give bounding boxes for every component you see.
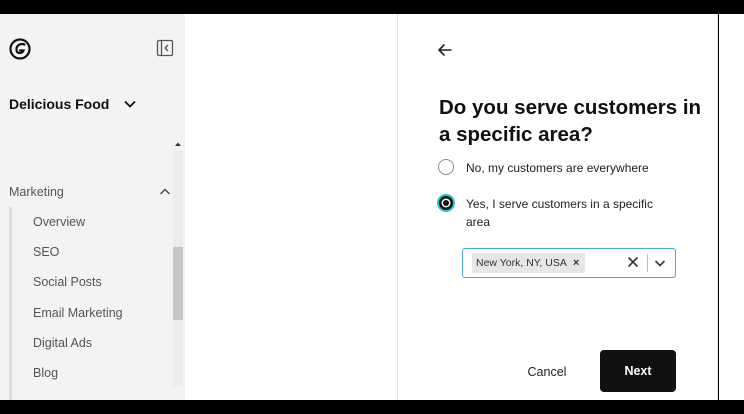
option-label: No, my customers are everywhere: [466, 161, 649, 175]
radio-specific-area[interactable]: [439, 196, 453, 210]
option-label: Yes, I serve customers in a specific are…: [466, 197, 653, 229]
clear-icon[interactable]: [626, 255, 640, 269]
section-label: Marketing: [9, 185, 64, 199]
top-black-bar: [0, 0, 744, 14]
close-icon[interactable]: ×: [573, 257, 579, 269]
sidebar-item-social-posts[interactable]: Social Posts: [33, 275, 102, 289]
sidebar-item-email-marketing[interactable]: Email Marketing: [33, 306, 123, 320]
sidebar-item-seo[interactable]: SEO: [33, 245, 59, 259]
arrow-left-icon[interactable]: [435, 40, 455, 60]
marketing-section-header[interactable]: Marketing: [9, 183, 173, 201]
chevron-up-icon: [160, 188, 170, 195]
option-everywhere[interactable]: No, my customers are everywhere: [438, 159, 686, 177]
content-background: [185, 14, 397, 400]
service-area-select[interactable]: New York, NY, USA ×: [462, 248, 676, 278]
collapse-sidebar-icon[interactable]: [156, 39, 174, 57]
site-switcher[interactable]: Delicious Food: [9, 96, 137, 112]
sidebar-item-digital-ads[interactable]: Digital Ads: [33, 336, 92, 350]
nav-rail: [9, 207, 12, 400]
chip-label: New York, NY, USA: [476, 257, 567, 269]
scrollbar-thumb[interactable]: [173, 247, 183, 320]
radio-everywhere[interactable]: [438, 159, 454, 175]
bottom-black-bar: [0, 400, 744, 414]
select-divider: [647, 254, 648, 272]
question-title: Do you serve customers in a specific are…: [439, 96, 702, 146]
chevron-down-icon[interactable]: [653, 256, 667, 270]
sidebar: Delicious Food Marketing Overview SEO So…: [0, 14, 185, 400]
chevron-down-icon: [124, 100, 136, 108]
scroll-up-arrow-icon[interactable]: [173, 140, 183, 148]
site-name: Delicious Food: [9, 96, 110, 112]
sidebar-item-overview[interactable]: Overview: [33, 215, 85, 229]
sidebar-item-blog[interactable]: Blog: [33, 366, 58, 380]
right-gutter: [719, 14, 744, 400]
cancel-button[interactable]: Cancel: [520, 362, 574, 382]
godaddy-logo-icon[interactable]: [8, 37, 32, 61]
option-specific-area[interactable]: Yes, I serve customers in a specific are…: [438, 195, 676, 231]
next-button[interactable]: Next: [600, 350, 676, 392]
area-chip: New York, NY, USA ×: [472, 253, 586, 273]
